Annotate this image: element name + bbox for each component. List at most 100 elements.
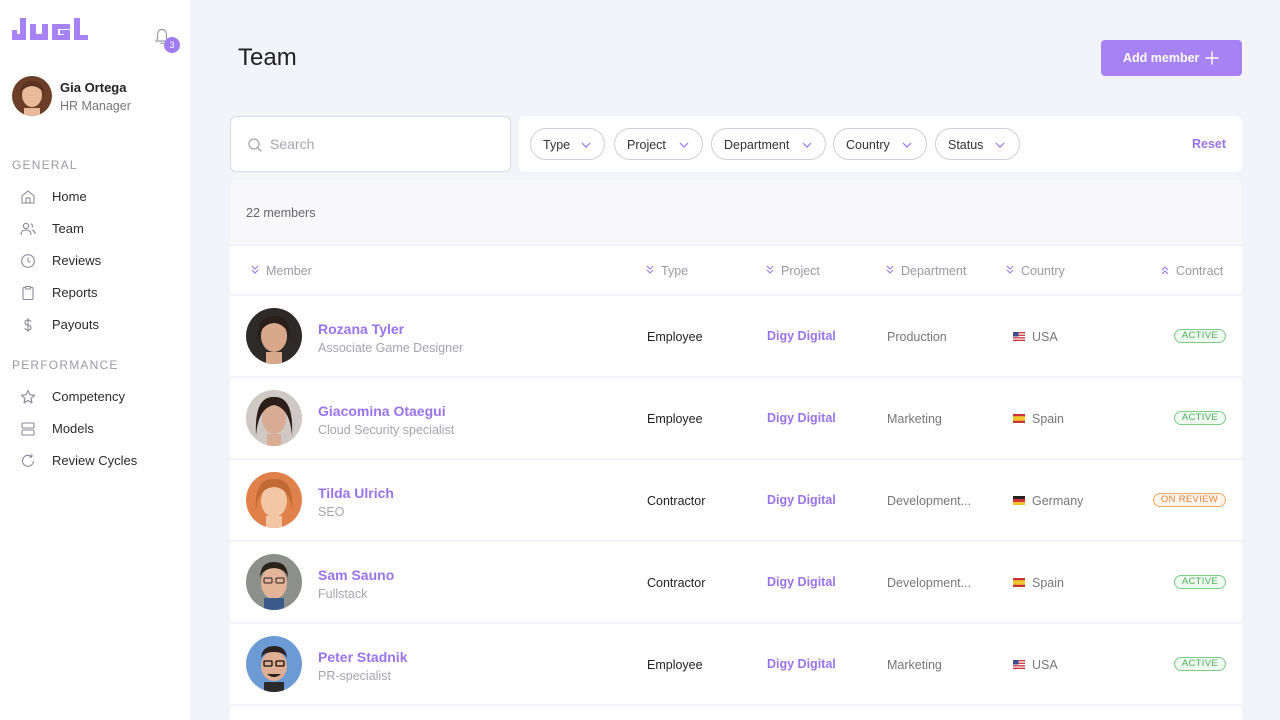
member-type: Contractor — [647, 494, 706, 508]
table-row[interactable]: Peter Stadnik PR-specialist Employee Dig… — [230, 624, 1242, 704]
sidebar-item-models[interactable]: Models — [20, 418, 180, 440]
section-title-general: GENERAL — [12, 158, 78, 172]
column-label: Contract — [1176, 264, 1224, 278]
table-row[interactable]: Giacomina Otaegui Cloud Security special… — [230, 378, 1242, 458]
status-badge: ACTIVE — [1173, 329, 1226, 343]
sidebar-item-team[interactable]: Team — [20, 218, 180, 240]
avatar — [12, 76, 52, 116]
chevron-down-icon — [679, 142, 689, 148]
status-badge: ON REVIEW — [1152, 493, 1226, 507]
member-name[interactable]: Peter Stadnik — [318, 649, 407, 665]
spain-flag-icon — [1013, 578, 1025, 587]
sidebar-item-label: Reviews — [52, 253, 102, 268]
sidebar-item-label: Home — [52, 189, 87, 204]
member-department: Development... — [887, 576, 972, 590]
member-role: Fullstack — [318, 587, 368, 601]
member-project[interactable]: Digy Digital — [767, 657, 836, 671]
member-name[interactable]: Sam Sauno — [318, 567, 394, 583]
table-row[interactable] — [230, 706, 1242, 720]
filter-department[interactable]: Department — [711, 128, 826, 160]
filter-type[interactable]: Type — [530, 128, 605, 160]
user-profile[interactable]: Gia Ortega HR Manager — [12, 76, 182, 116]
member-country: Germany — [1032, 494, 1084, 508]
layers-icon — [21, 422, 35, 436]
sidebar-item-reviews[interactable]: Reviews — [20, 250, 180, 272]
sidebar-item-payouts[interactable]: Payouts — [20, 314, 180, 336]
table-row[interactable]: Rozana Tyler Associate Game Designer Emp… — [230, 296, 1242, 376]
avatar — [246, 472, 302, 528]
status-badge: ACTIVE — [1173, 411, 1226, 425]
member-name[interactable]: Tilda Ulrich — [318, 485, 394, 501]
member-name[interactable]: Rozana Tyler — [318, 321, 404, 337]
user-name: Gia Ortega — [60, 80, 127, 95]
column-label: Department — [901, 264, 967, 278]
clipboard-icon — [22, 285, 34, 301]
member-role: PR-specialist — [318, 669, 391, 683]
member-project[interactable]: Digy Digital — [767, 329, 836, 343]
column-label: Project — [781, 264, 820, 278]
filter-label: Country — [846, 138, 890, 152]
sidebar-item-label: Models — [52, 421, 94, 436]
member-type: Employee — [647, 658, 703, 672]
column-label: Type — [661, 264, 689, 278]
member-country: USA — [1032, 330, 1058, 344]
filter-status[interactable]: Status — [935, 128, 1020, 160]
filter-label: Type — [543, 138, 571, 152]
clock-icon — [21, 254, 35, 268]
sort-down-icon — [886, 265, 894, 274]
filter-project[interactable]: Project — [614, 128, 703, 160]
member-name[interactable]: Giacomina Otaegui — [318, 403, 446, 419]
column-label: Member — [266, 264, 312, 278]
member-country: Spain — [1032, 576, 1064, 590]
section-title-performance: PERFORMANCE — [12, 358, 119, 372]
table-header: Member Type Project Department Country C… — [230, 246, 1242, 294]
avatar — [246, 636, 302, 692]
member-project[interactable]: Digy Digital — [767, 493, 836, 507]
sort-down-icon — [646, 265, 654, 274]
chevron-down-icon — [902, 142, 912, 148]
member-type: Employee — [647, 330, 703, 344]
germany-flag-icon — [1013, 496, 1025, 505]
members-count: 22 members — [246, 206, 316, 220]
sidebar-item-home[interactable]: Home — [20, 186, 180, 208]
member-role: Associate Game Designer — [318, 341, 464, 355]
member-department: Marketing — [887, 658, 942, 672]
chevron-down-icon — [802, 142, 812, 148]
search-icon — [248, 138, 262, 152]
chevron-down-icon — [995, 142, 1005, 148]
reset-filters-button[interactable]: Reset — [1192, 137, 1226, 151]
member-project[interactable]: Digy Digital — [767, 411, 836, 425]
filter-label: Project — [627, 138, 666, 152]
sort-down-icon — [1006, 265, 1014, 274]
home-icon — [21, 190, 35, 204]
plus-icon — [1205, 51, 1219, 65]
sidebar-item-label: Competency — [52, 389, 125, 404]
sort-up-icon — [1161, 266, 1169, 275]
chevron-down-icon — [581, 142, 591, 148]
refresh-icon — [21, 454, 35, 467]
sidebar: 3 Gia Ortega HR Manager GENERAL Home Tea… — [0, 0, 190, 720]
sidebar-item-label: Payouts — [52, 317, 99, 332]
dollar-icon — [24, 318, 32, 332]
member-type: Employee — [647, 412, 703, 426]
avatar — [246, 554, 302, 610]
sidebar-item-competency[interactable]: Competency — [20, 386, 180, 408]
member-role: SEO — [318, 505, 345, 519]
table-row[interactable]: Tilda Ulrich SEO Contractor Digy Digital… — [230, 460, 1242, 540]
notifications-button[interactable]: 3 — [152, 28, 182, 54]
member-type: Contractor — [647, 576, 706, 590]
spain-flag-icon — [1013, 414, 1025, 423]
member-department: Production — [887, 330, 947, 344]
avatar — [246, 308, 302, 364]
sidebar-item-reports[interactable]: Reports — [20, 282, 180, 304]
member-project[interactable]: Digy Digital — [767, 575, 836, 589]
search-input[interactable] — [270, 133, 490, 155]
add-member-button[interactable]: Add member — [1101, 40, 1242, 76]
notification-count-badge: 3 — [164, 37, 180, 53]
filter-country[interactable]: Country — [833, 128, 927, 160]
sidebar-item-review-cycles[interactable]: Review Cycles — [20, 450, 180, 472]
usa-flag-icon — [1013, 332, 1025, 341]
search-box — [230, 116, 511, 172]
jugl-logo[interactable] — [12, 18, 88, 51]
table-row[interactable]: Sam Sauno Fullstack Contractor Digy Digi… — [230, 542, 1242, 622]
